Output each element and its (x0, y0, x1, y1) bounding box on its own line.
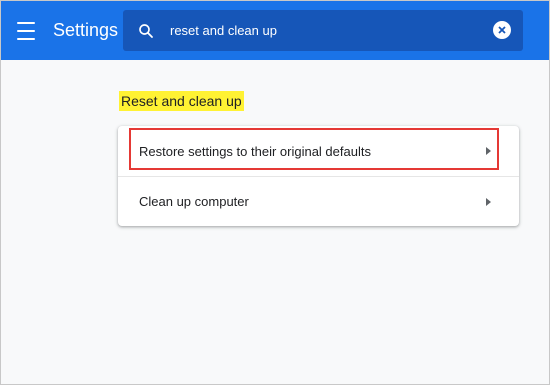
header-bar: Settings (1, 1, 549, 60)
restore-defaults-label: Restore settings to their original defau… (139, 143, 371, 159)
section-title: Reset and clean up (119, 91, 244, 111)
chevron-right-icon (486, 197, 491, 206)
clean-up-computer-label: Clean up computer (139, 194, 249, 209)
clear-circle-icon[interactable] (493, 21, 511, 39)
hamburger-menu-icon[interactable] (17, 21, 39, 40)
settings-window: Settings Reset and clean up Restore sett… (0, 0, 550, 385)
reset-card: Restore settings to their original defau… (118, 126, 519, 226)
search-box[interactable] (123, 10, 523, 51)
chevron-right-icon (486, 147, 491, 155)
search-input[interactable] (170, 23, 470, 38)
restore-defaults-item[interactable]: Restore settings to their original defau… (118, 126, 519, 176)
search-icon (139, 23, 153, 38)
app-title: Settings (53, 20, 119, 40)
clean-up-computer-item[interactable]: Clean up computer (118, 176, 519, 226)
